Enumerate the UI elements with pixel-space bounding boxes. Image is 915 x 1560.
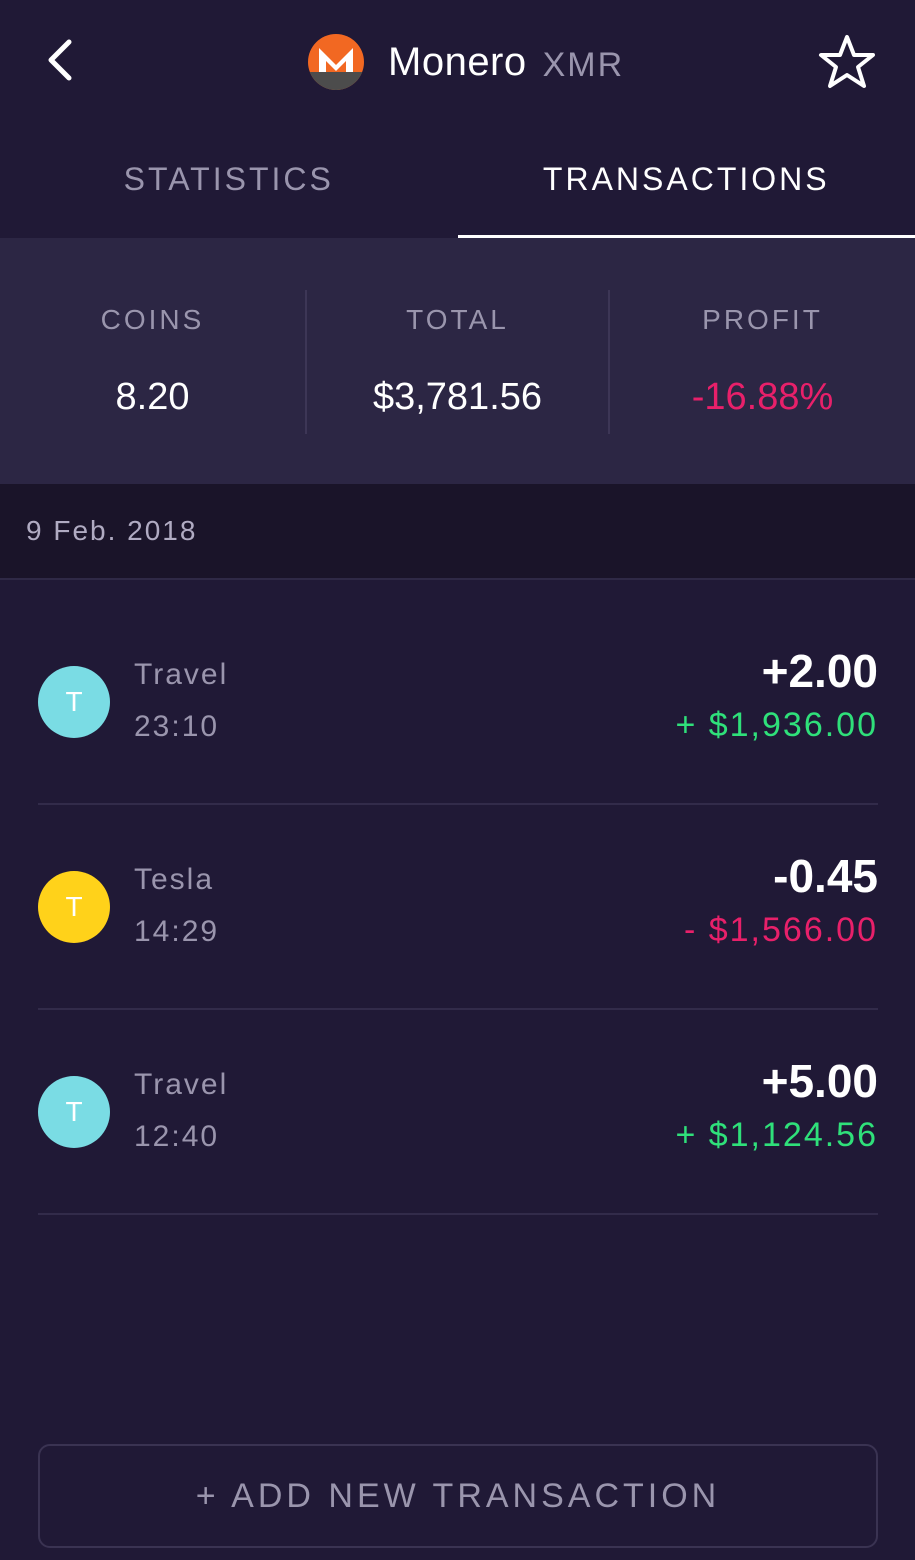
stat-profit-label: PROFIT <box>702 303 823 335</box>
stat-total: TOTAL $3,781.56 <box>305 238 610 484</box>
transaction-avatar: T <box>38 871 110 943</box>
favorite-button[interactable] <box>812 30 882 94</box>
holdings-summary: COINS 8.20 TOTAL $3,781.56 PROFIT -16.88… <box>0 238 915 484</box>
stat-coins-label: COINS <box>100 303 205 335</box>
transaction-name: Tesla <box>134 863 215 896</box>
transaction-fiat-value: + $1,936.00 <box>675 706 878 744</box>
transaction-fiat-value: + $1,124.56 <box>675 1116 878 1154</box>
star-outline-icon <box>819 35 875 88</box>
transaction-fiat-value: - $1,566.00 <box>683 911 878 949</box>
stat-profit: PROFIT -16.88% <box>610 238 915 484</box>
transaction-coin-amount: +5.00 <box>761 1055 878 1107</box>
header: Monero XMR <box>0 0 915 120</box>
stat-divider <box>305 290 307 434</box>
add-transaction-button[interactable]: + ADD NEW TRANSACTION <box>38 1444 878 1548</box>
transaction-time: 14:29 <box>134 915 220 948</box>
transaction-row[interactable]: T Travel 12:40 +5.00 + $1,124.56 <box>38 1010 878 1215</box>
transaction-time: 12:40 <box>134 1120 220 1153</box>
tab-transactions[interactable]: TRANSACTIONS <box>457 120 915 238</box>
tab-statistics[interactable]: STATISTICS <box>0 120 458 238</box>
stat-total-label: TOTAL <box>406 303 509 335</box>
stat-profit-value: -16.88% <box>691 375 834 418</box>
coin-symbol: XMR <box>542 45 625 84</box>
transaction-time: 23:10 <box>134 710 220 743</box>
transaction-coin-amount: +2.00 <box>761 645 878 697</box>
transaction-name: Travel <box>134 658 229 691</box>
date-group-header: 9 Feb. 2018 <box>0 484 915 580</box>
transaction-list: T Travel 23:10 +2.00 + $1,936.00 T Tesla… <box>38 600 878 1215</box>
transaction-coin-amount: -0.45 <box>773 850 878 902</box>
tab-bar: STATISTICS TRANSACTIONS <box>0 120 915 238</box>
transaction-row[interactable]: T Tesla 14:29 -0.45 - $1,566.00 <box>38 805 878 1010</box>
stat-coins-value: 8.20 <box>115 375 190 418</box>
transaction-avatar: T <box>38 1076 110 1148</box>
monero-logo-icon <box>308 34 364 90</box>
coin-title: Monero XMR <box>308 34 624 90</box>
date-group-label: 9 Feb. 2018 <box>26 515 198 546</box>
transaction-avatar: T <box>38 666 110 738</box>
stat-coins: COINS 8.20 <box>0 238 305 484</box>
stat-total-value: $3,781.56 <box>372 375 543 418</box>
transaction-row[interactable]: T Travel 23:10 +2.00 + $1,936.00 <box>38 600 878 805</box>
chevron-left-icon <box>48 39 72 81</box>
transaction-name: Travel <box>134 1068 229 1101</box>
back-button[interactable] <box>30 30 90 90</box>
coin-name: Monero <box>388 39 527 84</box>
